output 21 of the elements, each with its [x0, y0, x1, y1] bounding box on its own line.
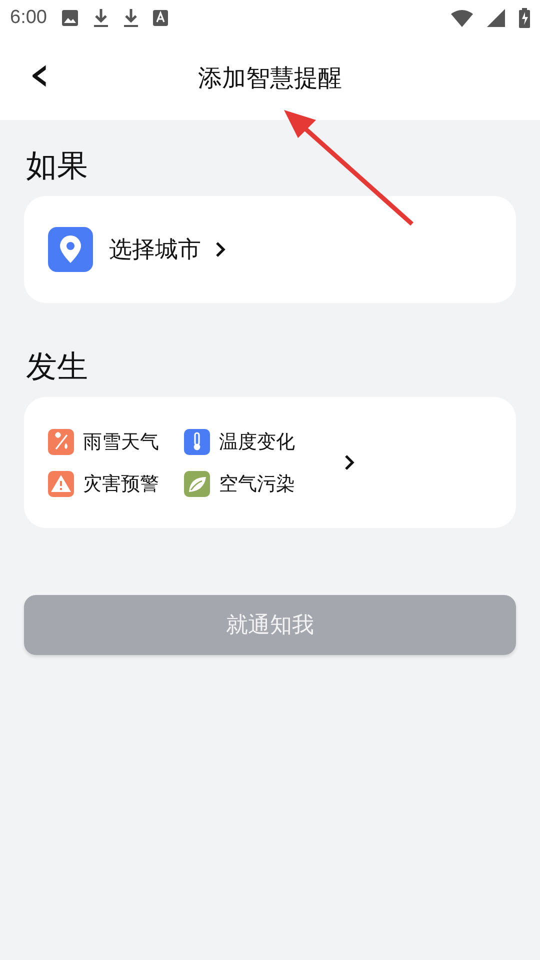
- section-title: 发生: [26, 348, 88, 387]
- download-icon: [122, 8, 139, 28]
- back-button[interactable]: ‹: [28, 50, 52, 106]
- location-pin-icon: [48, 227, 93, 272]
- page-title: 添加智慧提醒: [198, 63, 342, 94]
- download-icon: [92, 8, 109, 28]
- battery-icon: [519, 8, 530, 28]
- status-time: 6:00: [10, 7, 47, 29]
- chevron-right-icon: [215, 241, 226, 258]
- event-label: 空气污染: [219, 472, 295, 496]
- font-icon: [152, 10, 168, 26]
- select-city-button[interactable]: 选择城市: [48, 227, 226, 272]
- event-label: 雨雪天气: [83, 430, 159, 454]
- signal-icon: [487, 9, 505, 27]
- event-label: 灾害预警: [83, 472, 159, 496]
- chevron-right-icon: [344, 454, 355, 471]
- event-label: 温度变化: [219, 430, 295, 454]
- image-icon: [60, 9, 79, 27]
- events-card[interactable]: 雨雪天气 温度变化 灾害预警 空气污染: [24, 397, 516, 528]
- section-title: 如果: [26, 147, 88, 186]
- wifi-icon: [451, 10, 473, 26]
